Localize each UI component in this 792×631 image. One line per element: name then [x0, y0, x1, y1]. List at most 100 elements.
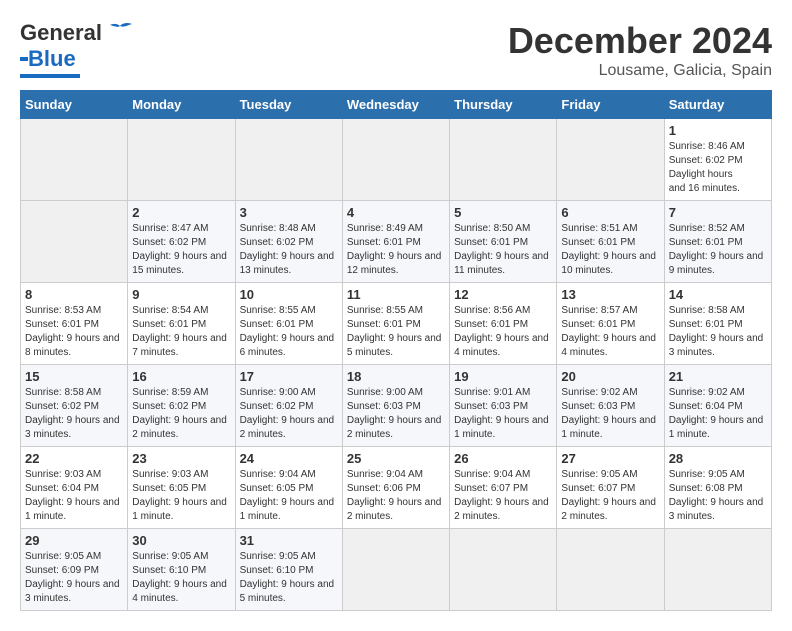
calendar-cell: 3 Sunrise: 8:48 AMSunset: 6:02 PMDaylight…	[235, 201, 342, 283]
day-number: 14	[669, 287, 767, 302]
day-number: 3	[240, 205, 338, 220]
location-text: Lousame, Galicia, Spain	[508, 62, 772, 80]
day-info: Sunrise: 8:58 AMSunset: 6:01 PMDaylight:…	[669, 305, 764, 358]
day-info: Sunrise: 9:00 AMSunset: 6:02 PMDaylight:…	[240, 387, 335, 440]
day-info: Sunrise: 8:58 AMSunset: 6:02 PMDaylight:…	[25, 387, 120, 440]
day-info: Sunrise: 9:04 AMSunset: 6:05 PMDaylight:…	[240, 469, 335, 522]
day-number: 12	[454, 287, 552, 302]
title-section: December 2024 Lousame, Galicia, Spain	[508, 20, 772, 80]
day-number: 30	[132, 533, 230, 548]
day-info: Sunrise: 9:00 AMSunset: 6:03 PMDaylight:…	[347, 387, 442, 440]
calendar-cell	[342, 529, 449, 611]
day-info: Sunrise: 9:01 AMSunset: 6:03 PMDaylight:…	[454, 387, 549, 440]
day-info: Sunrise: 8:48 AMSunset: 6:02 PMDaylight:…	[240, 223, 335, 276]
day-number: 28	[669, 451, 767, 466]
calendar-cell: 7 Sunrise: 8:52 AMSunset: 6:01 PMDaylight…	[664, 201, 771, 283]
day-number: 27	[561, 451, 659, 466]
calendar-cell: 24 Sunrise: 9:04 AMSunset: 6:05 PMDayligh…	[235, 447, 342, 529]
day-info: Sunrise: 9:04 AMSunset: 6:07 PMDaylight:…	[454, 469, 549, 522]
header-monday: Monday	[128, 91, 235, 119]
calendar-cell: 27 Sunrise: 9:05 AMSunset: 6:07 PMDayligh…	[557, 447, 664, 529]
calendar-cell: 17Sunrise: 9:00 AMSunset: 6:02 PMDayligh…	[235, 365, 342, 447]
calendar-cell: 15 Sunrise: 8:58 AMSunset: 6:02 PMDayligh…	[21, 365, 128, 447]
day-number: 4	[347, 205, 445, 220]
day-number: 8	[25, 287, 123, 302]
calendar-cell	[557, 529, 664, 611]
calendar-cell: 16 Sunrise: 8:59 AMSunset: 6:02 PMDayligh…	[128, 365, 235, 447]
calendar-cell: 11Sunrise: 8:55 AMSunset: 6:01 PMDayligh…	[342, 283, 449, 365]
day-number: 10	[240, 287, 338, 302]
day-info: Sunrise: 8:50 AMSunset: 6:01 PMDaylight:…	[454, 223, 549, 276]
day-number: 22	[25, 451, 123, 466]
day-number: 15	[25, 369, 123, 384]
day-number: 26	[454, 451, 552, 466]
calendar-cell	[664, 529, 771, 611]
calendar-cell: 4 Sunrise: 8:49 AMSunset: 6:01 PMDaylight…	[342, 201, 449, 283]
day-info: Sunrise: 9:04 AMSunset: 6:06 PMDaylight:…	[347, 469, 442, 522]
calendar-cell	[235, 119, 342, 201]
day-info: Sunrise: 8:56 AMSunset: 6:01 PMDaylight:…	[454, 305, 549, 358]
header-wednesday: Wednesday	[342, 91, 449, 119]
day-number: 29	[25, 533, 123, 548]
calendar-cell: 31 Sunrise: 9:05 AMSunset: 6:10 PMDayligh…	[235, 529, 342, 611]
calendar-cell: 8Sunrise: 8:53 AMSunset: 6:01 PMDaylight…	[21, 283, 128, 365]
day-info: Sunrise: 8:47 AMSunset: 6:02 PMDaylight:…	[132, 223, 227, 276]
calendar-cell	[557, 119, 664, 201]
day-number: 16	[132, 369, 230, 384]
calendar-cell: 30 Sunrise: 9:05 AMSunset: 6:10 PMDayligh…	[128, 529, 235, 611]
day-number: 25	[347, 451, 445, 466]
calendar-cell: 14 Sunrise: 8:58 AMSunset: 6:01 PMDayligh…	[664, 283, 771, 365]
day-number: 11	[347, 287, 445, 302]
calendar-cell: 29Sunrise: 9:05 AMSunset: 6:09 PMDayligh…	[21, 529, 128, 611]
calendar-cell: 21 Sunrise: 9:02 AMSunset: 6:04 PMDayligh…	[664, 365, 771, 447]
logo-bird-icon	[106, 22, 134, 44]
calendar-cell: 22 Sunrise: 9:03 AMSunset: 6:04 PMDayligh…	[21, 447, 128, 529]
day-info: Sunrise: 8:54 AMSunset: 6:01 PMDaylight:…	[132, 305, 227, 358]
day-number: 7	[669, 205, 767, 220]
day-number: 2	[132, 205, 230, 220]
day-number: 31	[240, 533, 338, 548]
calendar-header: SundayMondayTuesdayWednesdayThursdayFrid…	[21, 91, 772, 119]
header-friday: Friday	[557, 91, 664, 119]
calendar-cell	[21, 119, 128, 201]
header-thursday: Thursday	[450, 91, 557, 119]
calendar-cell	[128, 119, 235, 201]
day-info: Sunrise: 8:52 AMSunset: 6:01 PMDaylight:…	[669, 223, 764, 276]
day-info: Sunrise: 8:46 AMSunset: 6:02 PMDaylight …	[669, 141, 745, 194]
calendar-cell	[450, 119, 557, 201]
day-info: Sunrise: 8:51 AMSunset: 6:01 PMDaylight:…	[561, 223, 656, 276]
calendar-cell: 5Sunrise: 8:50 AMSunset: 6:01 PMDaylight…	[450, 201, 557, 283]
day-info: Sunrise: 9:05 AMSunset: 6:07 PMDaylight:…	[561, 469, 656, 522]
day-info: Sunrise: 8:49 AMSunset: 6:01 PMDaylight:…	[347, 223, 442, 276]
page-header: General Blue December 2024 Lousame, Gali…	[20, 20, 772, 80]
logo-bar	[20, 74, 80, 78]
day-info: Sunrise: 9:03 AMSunset: 6:04 PMDaylight:…	[25, 469, 120, 522]
day-number: 23	[132, 451, 230, 466]
header-sunday: Sunday	[21, 91, 128, 119]
calendar-cell	[21, 201, 128, 283]
calendar-cell: 10 Sunrise: 8:55 AMSunset: 6:01 PMDayligh…	[235, 283, 342, 365]
day-info: Sunrise: 8:59 AMSunset: 6:02 PMDaylight:…	[132, 387, 227, 440]
calendar-cell: 28Sunrise: 9:05 AMSunset: 6:08 PMDayligh…	[664, 447, 771, 529]
calendar-cell: 9Sunrise: 8:54 AMSunset: 6:01 PMDaylight…	[128, 283, 235, 365]
calendar-cell: 13Sunrise: 8:57 AMSunset: 6:01 PMDayligh…	[557, 283, 664, 365]
calendar-cell	[342, 119, 449, 201]
day-number: 18	[347, 369, 445, 384]
calendar-cell: 25 Sunrise: 9:04 AMSunset: 6:06 PMDayligh…	[342, 447, 449, 529]
day-number: 21	[669, 369, 767, 384]
day-info: Sunrise: 9:05 AMSunset: 6:10 PMDaylight:…	[132, 551, 227, 604]
day-info: Sunrise: 9:02 AMSunset: 6:04 PMDaylight:…	[669, 387, 764, 440]
day-info: Sunrise: 8:55 AMSunset: 6:01 PMDaylight:…	[240, 305, 335, 358]
calendar-cell: 6 Sunrise: 8:51 AMSunset: 6:01 PMDaylight…	[557, 201, 664, 283]
logo-text-blue: Blue	[28, 46, 76, 72]
day-number: 6	[561, 205, 659, 220]
day-number: 1	[669, 123, 767, 138]
day-number: 20	[561, 369, 659, 384]
calendar-cell: 18 Sunrise: 9:00 AMSunset: 6:03 PMDayligh…	[342, 365, 449, 447]
header-tuesday: Tuesday	[235, 91, 342, 119]
day-info: Sunrise: 9:05 AMSunset: 6:10 PMDaylight:…	[240, 551, 335, 604]
day-info: Sunrise: 9:03 AMSunset: 6:05 PMDaylight:…	[132, 469, 227, 522]
day-number: 24	[240, 451, 338, 466]
calendar-cell: 26 Sunrise: 9:04 AMSunset: 6:07 PMDayligh…	[450, 447, 557, 529]
calendar-cell	[450, 529, 557, 611]
